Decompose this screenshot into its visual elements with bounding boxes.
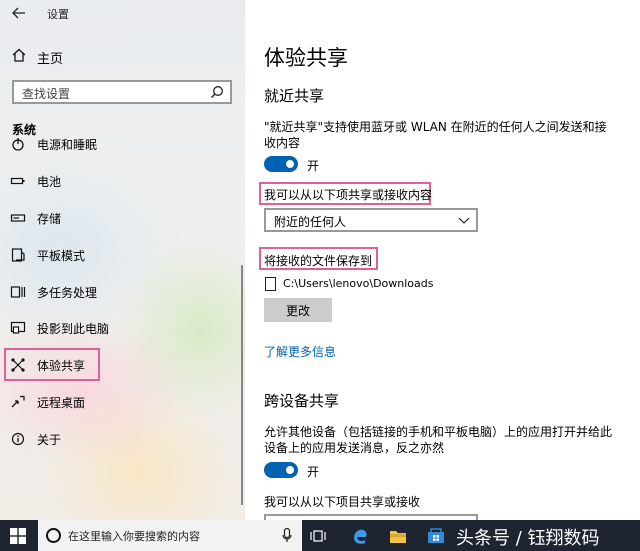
sidebar-item-label: 远程桌面 bbox=[37, 396, 86, 410]
cross-device-heading: 跨设备共享 bbox=[264, 392, 340, 410]
share-from-label: 我可以从以下项共享或接收内容 bbox=[264, 188, 433, 202]
remote-desktop-icon bbox=[11, 395, 25, 408]
sidebar-item-label: 平板模式 bbox=[37, 249, 86, 263]
settings-search-input[interactable]: 查找设置 bbox=[12, 80, 232, 104]
section-heading: 系统 bbox=[12, 123, 37, 137]
store-icon[interactable] bbox=[426, 526, 446, 546]
sidebar-item-home[interactable]: 主页 bbox=[0, 44, 245, 68]
task-view-icon[interactable] bbox=[308, 526, 328, 546]
nearby-sharing-heading: 就近共享 bbox=[264, 87, 325, 105]
active-item-highlight bbox=[4, 348, 100, 381]
page-title: 体验共享 bbox=[264, 46, 348, 70]
info-icon bbox=[11, 432, 25, 446]
storage-icon bbox=[10, 214, 26, 222]
share-from-value: 附近的任何人 bbox=[274, 215, 347, 229]
back-arrow-icon bbox=[12, 7, 25, 19]
sidebar-item-remote-desktop[interactable]: 远程桌面 bbox=[0, 388, 245, 416]
nearby-sharing-toggle[interactable] bbox=[264, 156, 298, 172]
nearby-toggle-label: 开 bbox=[307, 159, 320, 173]
edge-browser-icon[interactable] bbox=[350, 526, 370, 546]
home-icon bbox=[12, 48, 26, 62]
learn-more-link[interactable]: 了解更多信息 bbox=[264, 343, 336, 360]
sidebar-item-multitasking[interactable]: 多任务处理 bbox=[0, 278, 245, 306]
watermark-text: 头条号 / 钰翔数码 bbox=[456, 528, 600, 549]
sidebar-item-storage[interactable]: 存储 bbox=[0, 204, 245, 232]
nearby-sharing-description: "就近共享"支持使用蓝牙或 WLAN 在附近的任何人之间发送和接收内容 bbox=[264, 120, 607, 150]
search-icon[interactable] bbox=[210, 85, 224, 99]
windows-start-icon[interactable] bbox=[10, 528, 26, 544]
microphone-icon[interactable] bbox=[282, 528, 292, 543]
battery-icon bbox=[10, 177, 25, 185]
sidebar-item-about[interactable]: 关于 bbox=[0, 425, 245, 453]
file-icon bbox=[265, 277, 276, 291]
save-path: C:\Users\lenovo\Downloads bbox=[283, 277, 434, 290]
chevron-down-icon bbox=[458, 217, 470, 224]
file-explorer-icon[interactable] bbox=[388, 526, 408, 546]
project-icon bbox=[10, 321, 26, 334]
cortana-icon bbox=[46, 528, 61, 543]
sidebar-scrollbar[interactable] bbox=[241, 265, 243, 505]
cross-device-description: 允许其他设备（包括链接的手机和平板电脑）上的应用打开并给此设备上的应用发送消息，… bbox=[264, 425, 613, 455]
sidebar-item-project-to-pc[interactable]: 投影到此电脑 bbox=[0, 314, 245, 342]
taskbar: 在这里输入你要搜索的内容 头条号 / 钰翔数码 bbox=[0, 520, 640, 551]
sidebar-item-label: 多任务处理 bbox=[37, 286, 98, 300]
tablet-mode-icon bbox=[11, 248, 25, 262]
taskbar-search-box[interactable]: 在这里输入你要搜索的内容 bbox=[38, 520, 302, 551]
sidebar-item-label: 存储 bbox=[37, 212, 62, 226]
cross-device-share-label: 我可以从以下项目共享或接收 bbox=[264, 495, 421, 509]
cross-device-toggle-label: 开 bbox=[307, 465, 320, 479]
sidebar-item-label: 主页 bbox=[37, 52, 64, 67]
window-title: 设置 bbox=[47, 8, 69, 21]
sidebar-item-power-sleep[interactable]: 电源和睡眠 bbox=[0, 137, 245, 153]
cross-device-toggle[interactable] bbox=[264, 462, 298, 478]
multitasking-icon bbox=[10, 286, 26, 298]
sidebar-item-label: 投影到此电脑 bbox=[37, 322, 110, 336]
share-from-dropdown[interactable]: 附近的任何人 bbox=[264, 208, 478, 232]
change-button[interactable]: 更改 bbox=[264, 298, 332, 322]
settings-sidebar: 设置 主页 查找设置 系统 电源和睡眠 电池 存储 平板模式 多任务处理 投影到… bbox=[0, 0, 245, 520]
settings-content: 体验共享 就近共享 "就近共享"支持使用蓝牙或 WLAN 在附近的任何人之间发送… bbox=[245, 0, 640, 520]
sidebar-clip: 电源和睡眠 bbox=[0, 137, 245, 153]
title-bar: 设置 bbox=[0, 0, 245, 26]
back-button[interactable] bbox=[10, 4, 28, 22]
sidebar-item-battery[interactable]: 电池 bbox=[0, 167, 245, 195]
taskbar-search-placeholder: 在这里输入你要搜索的内容 bbox=[68, 530, 200, 543]
sidebar-item-label: 电池 bbox=[37, 175, 62, 189]
sidebar-item-tablet-mode[interactable]: 平板模式 bbox=[0, 241, 245, 269]
sidebar-item-label: 关于 bbox=[37, 433, 62, 447]
power-icon bbox=[12, 138, 24, 151]
search-placeholder: 查找设置 bbox=[22, 87, 71, 101]
save-to-label: 将接收的文件保存到 bbox=[264, 254, 373, 268]
sidebar-item-label: 电源和睡眠 bbox=[37, 138, 98, 152]
